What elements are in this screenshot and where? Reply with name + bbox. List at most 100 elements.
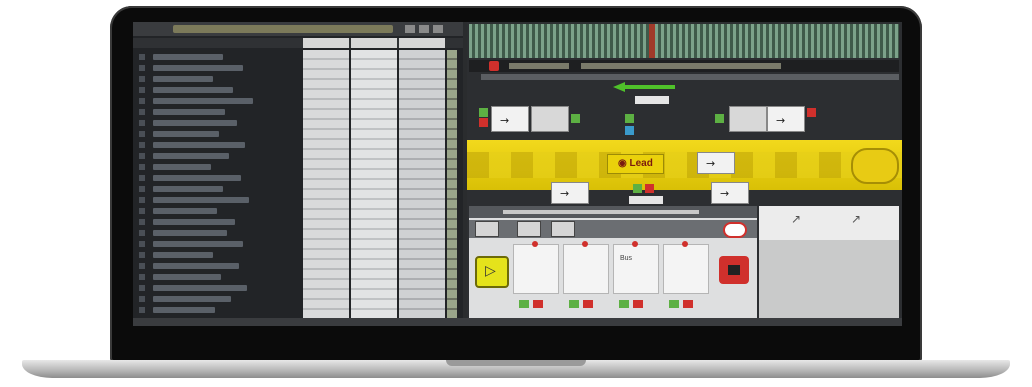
pad-1[interactable] [513,241,559,294]
track-number [139,186,145,192]
status-indicator [479,108,488,117]
record-button[interactable] [723,222,747,238]
track-column-3 [399,50,445,326]
toolbar-button[interactable] [405,25,415,33]
arrow-right-icon: → [706,157,716,170]
control-button[interactable] [517,221,541,237]
transport-bar [469,60,899,72]
route-tile[interactable] [729,106,767,132]
transport-field [509,63,569,69]
cue-on[interactable] [569,300,579,308]
track-name [153,197,249,203]
pad-slider[interactable] [503,210,699,214]
cue-on[interactable] [619,300,629,308]
pad-3[interactable]: Bus [613,241,659,294]
track-name [153,274,221,280]
control-button[interactable] [551,221,575,237]
track-name [153,131,219,137]
route-tile[interactable]: → [491,106,529,132]
column-header[interactable] [351,38,397,48]
control-button[interactable] [475,221,499,237]
track-name [153,175,241,181]
track-name [153,87,233,93]
toolbar-button[interactable] [419,25,429,33]
arrow-right-icon: → [560,187,570,200]
pad-indicator [582,241,588,247]
route-tile[interactable]: → [551,182,589,204]
toolbar-button[interactable] [433,25,443,33]
track-number [139,241,145,247]
playhead-marker[interactable] [649,24,655,58]
route-tile[interactable]: → [697,152,735,174]
bus-capsule[interactable] [851,148,899,184]
track-name [153,186,223,192]
track-name [153,120,237,126]
pad-2[interactable] [563,241,609,294]
arrow-left-icon [613,82,675,92]
track-number [139,164,145,170]
arrow-right-icon: → [720,187,730,200]
play-icon: ▷ [485,262,496,278]
cue-off[interactable] [683,300,693,308]
column-header[interactable] [399,38,445,48]
pad-indicator [632,241,638,247]
route-tile[interactable]: → [767,106,805,132]
status-indicator [645,184,654,193]
column-header[interactable] [303,38,349,48]
status-indicator [479,118,488,127]
search-input[interactable] [173,25,393,33]
track-name [153,142,245,148]
track-name [153,153,229,159]
track-number [139,98,145,104]
status-indicator [571,114,580,123]
cue-off[interactable] [583,300,593,308]
arrow-right-icon: → [500,114,510,127]
track-number [139,109,145,115]
position-bar[interactable] [481,74,899,80]
record-icon[interactable] [489,61,499,71]
status-indicator [807,108,816,117]
label-box [635,96,669,104]
waveform[interactable] [469,24,899,58]
cue-on[interactable] [669,300,679,308]
status-indicator [625,114,634,123]
pad-toolbar [469,206,757,218]
status-indicator [715,114,724,123]
status-indicator [633,184,642,193]
track-number [139,252,145,258]
status-indicator [625,126,634,135]
track-name [153,307,215,313]
track-number [139,208,145,214]
track-number [139,175,145,181]
track-number [139,263,145,269]
status-bar [133,318,902,326]
track-name [153,285,247,291]
track-name [153,109,225,115]
stop-button[interactable] [719,256,749,284]
bus-band-strip [467,152,902,178]
routing-panel: ↗ ↗ [759,206,899,324]
track-list-panel [133,22,463,326]
track-number [139,76,145,82]
track-list-toolbar [133,22,463,36]
track-number [139,131,145,137]
route-tile[interactable]: → [711,182,749,204]
cue-off[interactable] [633,300,643,308]
pad-label: Bus [620,255,633,262]
track-number [139,230,145,236]
track-name [153,252,213,258]
transport-field [581,63,781,69]
laptop-notch [446,360,586,366]
pad-indicator [682,241,688,247]
play-button[interactable]: ▷ [475,256,509,288]
track-number [139,296,145,302]
track-name [153,296,231,302]
label-box [629,196,663,204]
track-column-2 [351,50,397,326]
pad-panel: ▷ Bus [469,206,757,324]
route-tile[interactable] [531,106,569,132]
cue-off[interactable] [533,300,543,308]
pad-4[interactable] [663,241,709,294]
track-number [139,274,145,280]
cue-on[interactable] [519,300,529,308]
